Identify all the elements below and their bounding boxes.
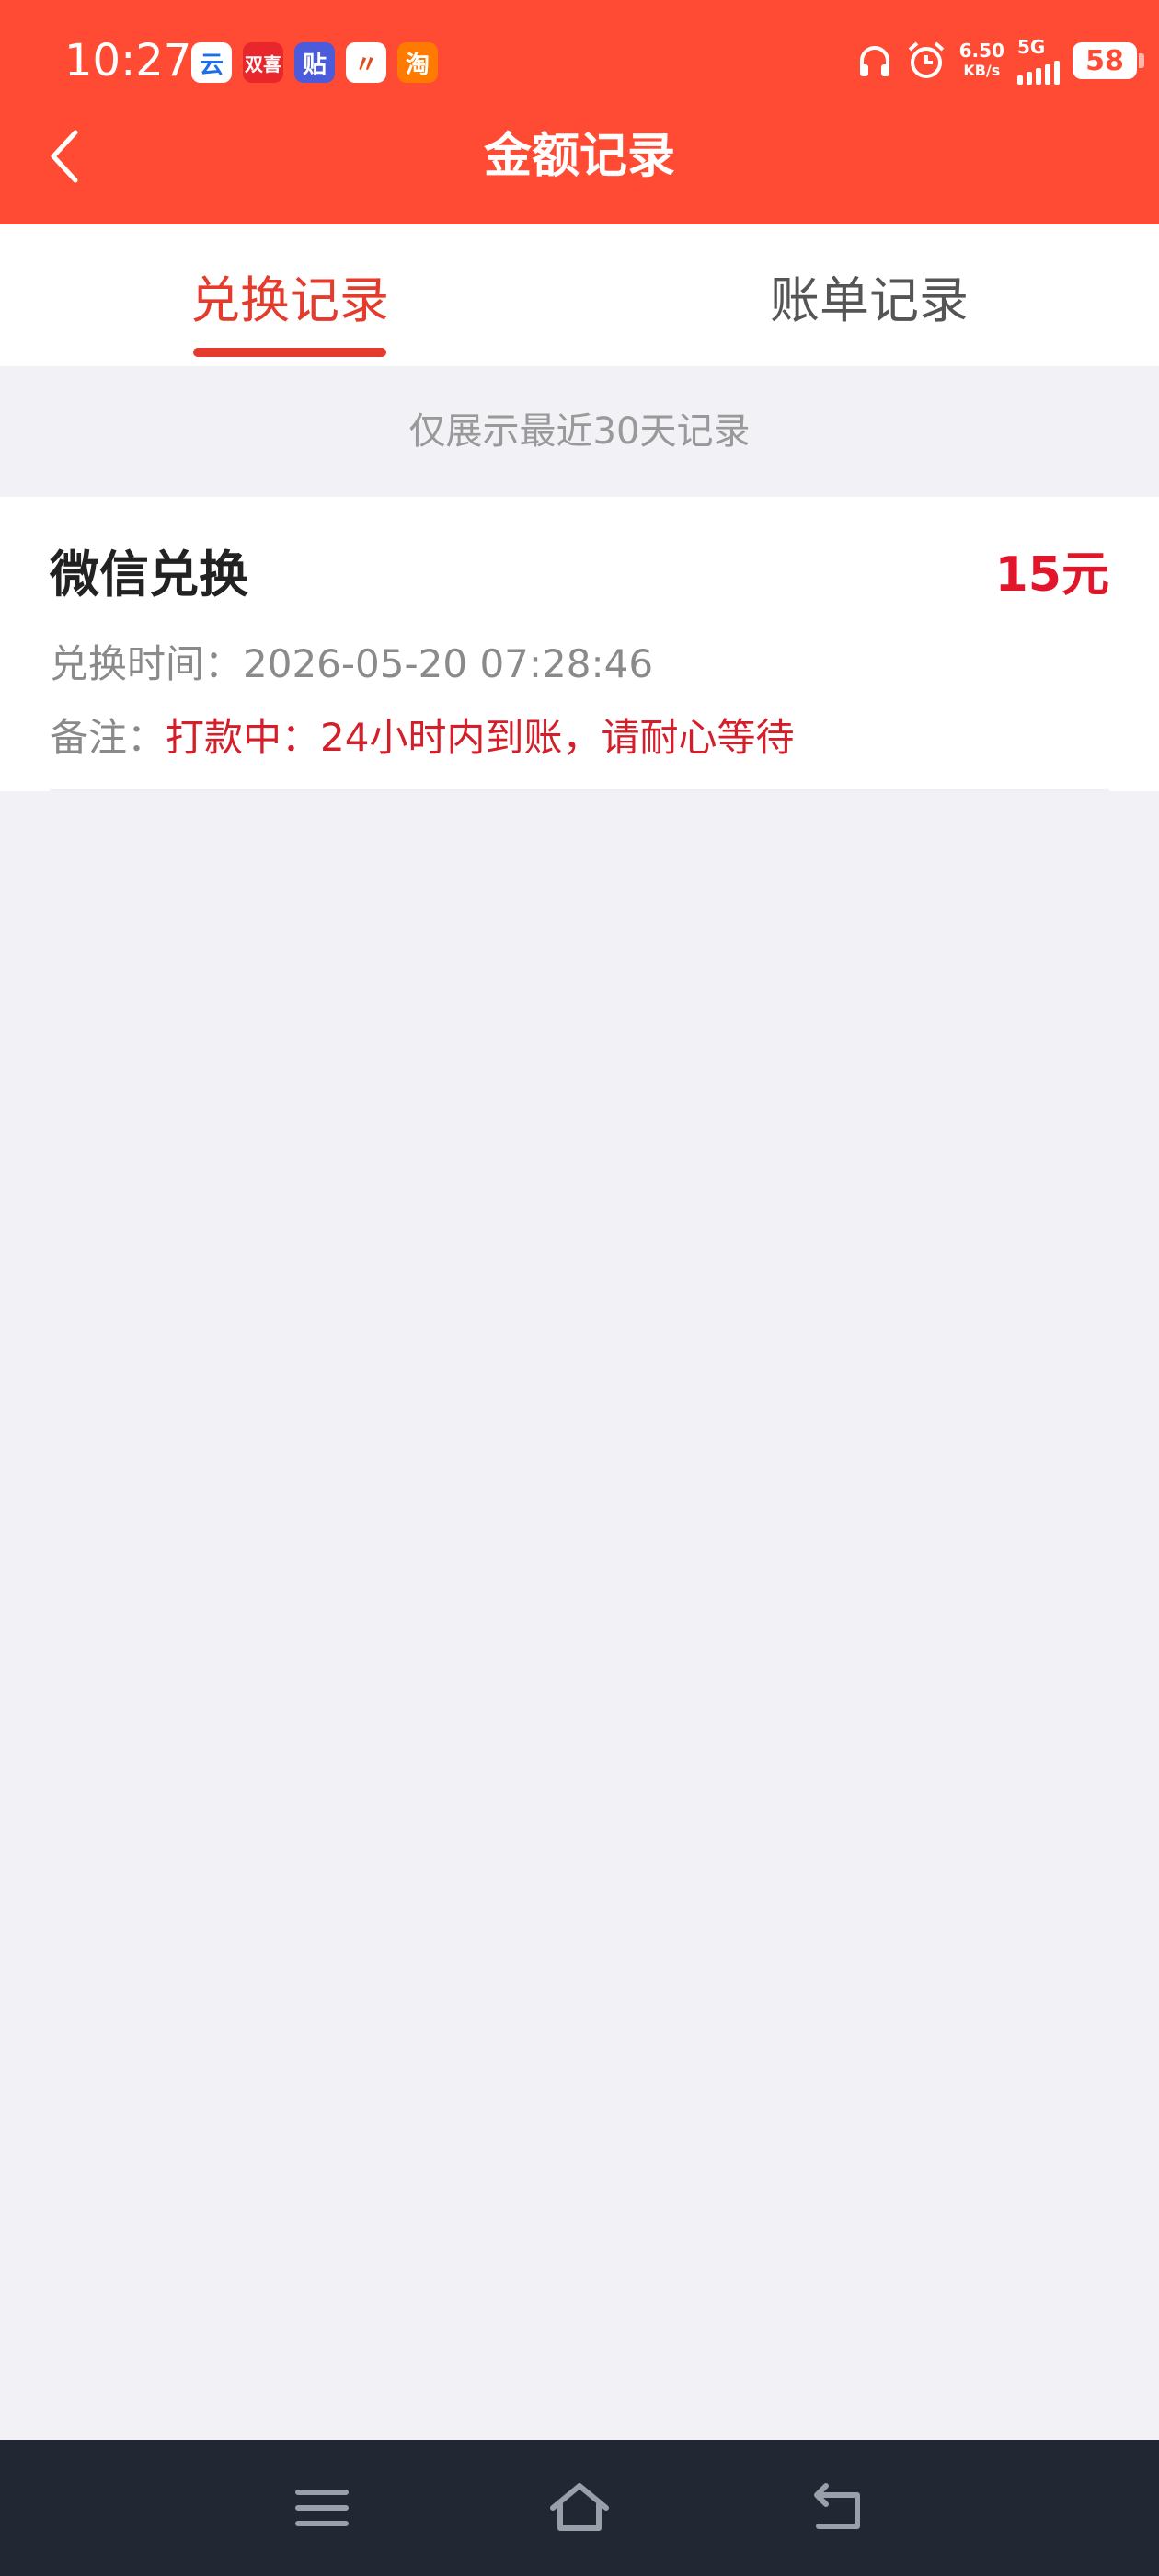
app-icon-taobao: 淘 [397, 42, 438, 83]
tab-exchange-records[interactable]: 兑换记录 [0, 224, 580, 366]
menu-icon [295, 2490, 349, 2526]
divider [50, 789, 1109, 791]
tab-bill-records[interactable]: 账单记录 [580, 224, 1159, 366]
system-status: 6.50 KB/s 5G 58 [856, 37, 1144, 85]
app-icon-shuangxi: 双喜 [243, 42, 283, 83]
record-amount: 15元 [994, 547, 1109, 603]
list-item: 微信兑换 15元 兑换时间：2026-05-20 07:28:46 备注：打款中… [0, 497, 1159, 791]
tab-bar: 兑换记录 账单记录 [0, 224, 1159, 366]
nav-home-button[interactable] [543, 2471, 616, 2545]
notice-text: 仅展示最近30天记录 [408, 410, 751, 453]
notification-icons: 云 双喜 贴 〃 淘 [191, 42, 438, 83]
app-icon-cloud: 云 [191, 42, 232, 83]
alarm-icon [908, 41, 944, 78]
nav-menu-button[interactable] [285, 2471, 359, 2545]
record-note-value: 打款中：24小时内到账，请耐心等待 [166, 715, 795, 760]
headphones-icon [859, 46, 889, 76]
app-icon-weibo: 〃 [346, 42, 386, 83]
active-tab-indicator [193, 348, 386, 357]
network-type: 5G [1017, 37, 1060, 85]
header-bar: 10:27 云 双喜 贴 〃 淘 6.50 KB/s 5G 58 金额记录 [0, 0, 1159, 224]
record-note-label: 备注： [50, 715, 166, 760]
nav-back-button[interactable] [800, 2471, 874, 2545]
record-time-value: 2026-05-20 07:28:46 [243, 641, 654, 686]
network-speed: 6.50 KB/s [958, 40, 1004, 79]
signal-icon [1017, 57, 1060, 85]
home-icon [550, 2483, 609, 2531]
page-title: 金额记录 [483, 129, 675, 184]
back-icon [814, 2483, 860, 2529]
app-icon-tieba: 贴 [294, 42, 335, 83]
record-time: 兑换时间：2026-05-20 07:28:46 [50, 633, 653, 689]
record-time-label: 兑换时间： [50, 641, 244, 686]
status-bar: 10:27 云 双喜 贴 〃 淘 6.50 KB/s 5G 58 [0, 0, 1159, 129]
record-title: 微信兑换 [50, 546, 248, 604]
status-time: 10:27 [64, 35, 192, 86]
record-note: 备注：打款中：24小时内到账，请耐心等待 [50, 707, 794, 763]
system-nav-bar [0, 2440, 1159, 2576]
battery-icon: 58 [1073, 42, 1144, 79]
